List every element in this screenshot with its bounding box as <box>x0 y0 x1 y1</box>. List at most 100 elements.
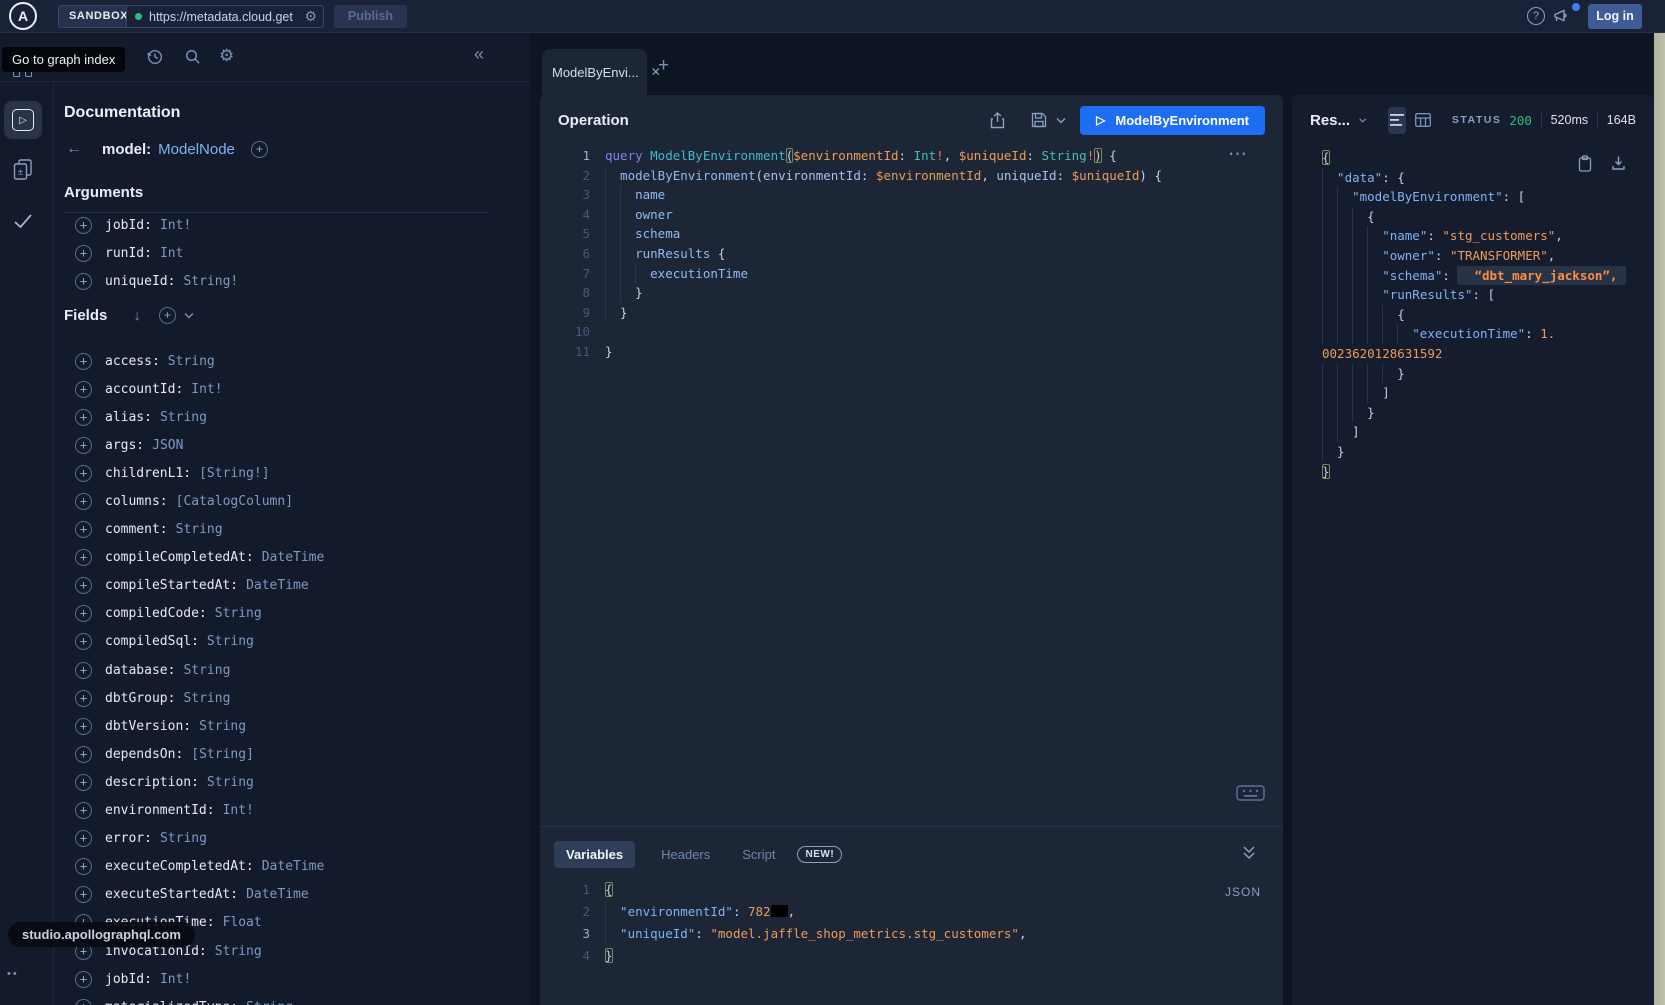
field-type[interactable]: Int! <box>160 218 191 233</box>
field-row[interactable]: +args:JSON <box>75 431 324 459</box>
response-json-view[interactable]: {"data": {"modelByEnvironment": [{"name"… <box>1322 148 1626 481</box>
field-row[interactable]: +materializedType:String <box>75 993 324 1005</box>
field-type[interactable]: String <box>199 719 246 734</box>
tab-headers[interactable]: Headers <box>649 841 722 868</box>
field-type[interactable]: DateTime <box>262 859 325 874</box>
rail-more-icon[interactable]: •• <box>7 968 19 980</box>
field-type[interactable]: String <box>176 522 223 537</box>
add-field-icon[interactable]: + <box>75 381 92 398</box>
settings-gear-icon[interactable]: ⚙ <box>219 46 234 66</box>
field-row[interactable]: +access:String <box>75 347 324 375</box>
field-type[interactable]: String <box>183 691 230 706</box>
field-type[interactable]: String <box>215 944 262 959</box>
field-row[interactable]: +columns:[CatalogColumn] <box>75 487 324 515</box>
add-field-icon[interactable]: + <box>75 217 92 234</box>
tab-script[interactable]: Script <box>730 841 787 868</box>
sidebar-item-checks[interactable] <box>4 202 42 240</box>
announcements-megaphone-icon[interactable] <box>1553 8 1572 25</box>
add-field-icon[interactable]: + <box>75 245 92 262</box>
field-row[interactable]: +jobId:Int! <box>75 965 324 993</box>
field-row[interactable]: +description:String <box>75 768 324 796</box>
field-row[interactable]: +dependsOn:[String] <box>75 740 324 768</box>
add-field-icon[interactable]: + <box>75 662 92 679</box>
sidebar-item-schema[interactable]: ± <box>4 151 42 189</box>
add-field-icon[interactable]: + <box>75 605 92 622</box>
add-field-icon[interactable]: + <box>75 718 92 735</box>
field-type[interactable]: Int! <box>160 972 191 987</box>
field-row[interactable]: +environmentId:Int! <box>75 797 324 825</box>
field-type[interactable]: String <box>215 606 262 621</box>
field-type[interactable]: DateTime <box>246 578 309 593</box>
chevron-down-icon[interactable] <box>184 312 194 319</box>
sidebar-item-explorer[interactable]: ▷ <box>4 101 42 139</box>
help-icon[interactable]: ? <box>1527 7 1545 25</box>
field-type[interactable]: [String] <box>191 747 254 762</box>
field-type[interactable]: String <box>168 354 215 369</box>
field-type[interactable]: Float <box>223 915 262 930</box>
add-field-icon[interactable]: + <box>75 886 92 903</box>
field-type[interactable]: Int! <box>223 803 254 818</box>
field-type[interactable]: String <box>160 410 207 425</box>
add-field-icon[interactable]: + <box>75 465 92 482</box>
add-field-icon[interactable]: + <box>75 437 92 454</box>
login-button[interactable]: Log in <box>1588 4 1642 29</box>
endpoint-url-box[interactable]: https://metadata.cloud.get ⚙ <box>126 5 324 28</box>
add-field-icon[interactable]: + <box>75 353 92 370</box>
add-field-icon[interactable]: + <box>75 999 92 1005</box>
field-row[interactable]: +dbtGroup:String <box>75 684 324 712</box>
keyboard-shortcuts-icon[interactable] <box>1236 785 1265 801</box>
variables-editor[interactable]: 1{2"environmentId": 782,3"uniqueId": "mo… <box>558 879 1026 967</box>
back-arrow-icon[interactable]: ← <box>66 140 82 158</box>
add-field-icon[interactable]: + <box>75 493 92 510</box>
history-icon[interactable] <box>146 48 164 66</box>
field-row[interactable]: +error:String <box>75 825 324 853</box>
collapse-variables-icon[interactable] <box>1242 845 1256 860</box>
field-row[interactable]: +database:String <box>75 656 324 684</box>
field-type[interactable]: [String!] <box>199 466 269 481</box>
save-icon[interactable] <box>1031 112 1047 128</box>
operation-tab[interactable]: ModelByEnvi... ✕ <box>542 49 647 95</box>
tree-view-toggle[interactable] <box>1388 107 1406 134</box>
add-field-icon[interactable]: + <box>75 577 92 594</box>
add-field-icon[interactable]: + <box>75 802 92 819</box>
field-type[interactable]: DateTime <box>246 887 309 902</box>
editor-overflow-menu-icon[interactable]: ⋯ <box>1228 143 1247 166</box>
field-type[interactable]: [CatalogColumn] <box>176 494 293 509</box>
publish-button[interactable]: Publish <box>334 5 407 28</box>
add-field-icon[interactable]: + <box>75 549 92 566</box>
endpoint-settings-gear-icon[interactable]: ⚙ <box>304 8 317 25</box>
field-type[interactable]: JSON <box>152 438 183 453</box>
field-type[interactable]: String! <box>183 274 238 289</box>
add-field-icon[interactable]: + <box>75 690 92 707</box>
field-row[interactable]: +comment:String <box>75 516 324 544</box>
field-type[interactable]: Int <box>160 246 183 261</box>
field-row[interactable]: +compileStartedAt:DateTime <box>75 572 324 600</box>
run-operation-button[interactable]: ▷ ModelByEnvironment <box>1080 106 1265 135</box>
add-all-fields-icon[interactable]: + <box>251 141 268 158</box>
field-row[interactable]: +executeCompletedAt:DateTime <box>75 853 324 881</box>
field-row[interactable]: +compiledSql:String <box>75 628 324 656</box>
share-icon[interactable] <box>990 112 1005 129</box>
argument-row[interactable]: +jobId:Int! <box>75 211 238 239</box>
add-field-icon[interactable]: + <box>75 521 92 538</box>
add-field-icon[interactable]: + <box>75 273 92 290</box>
apollo-logo[interactable]: A <box>9 2 37 30</box>
save-menu-chevron-icon[interactable] <box>1056 117 1066 124</box>
field-row[interactable]: +executeStartedAt:DateTime <box>75 881 324 909</box>
add-field-icon[interactable]: + <box>75 830 92 847</box>
add-field-icon[interactable]: + <box>75 774 92 791</box>
sort-fields-icon[interactable]: ↓ <box>133 307 141 324</box>
add-fields-icon[interactable]: + <box>159 307 176 324</box>
field-type[interactable]: Int! <box>191 382 222 397</box>
field-row[interactable]: +dbtVersion:String <box>75 712 324 740</box>
field-row[interactable]: +compiledCode:String <box>75 600 324 628</box>
field-type[interactable]: String <box>207 775 254 790</box>
field-type[interactable]: String <box>246 1000 293 1005</box>
endpoint-url-input[interactable]: https://metadata.cloud.get <box>149 10 304 24</box>
response-menu-chevron-icon[interactable] <box>1359 117 1366 124</box>
new-tab-icon[interactable]: + <box>658 55 669 77</box>
argument-row[interactable]: +uniqueId:String! <box>75 267 238 295</box>
field-row[interactable]: +childrenL1:[String!] <box>75 459 324 487</box>
add-field-icon[interactable]: + <box>75 633 92 650</box>
field-type[interactable]: String <box>207 634 254 649</box>
